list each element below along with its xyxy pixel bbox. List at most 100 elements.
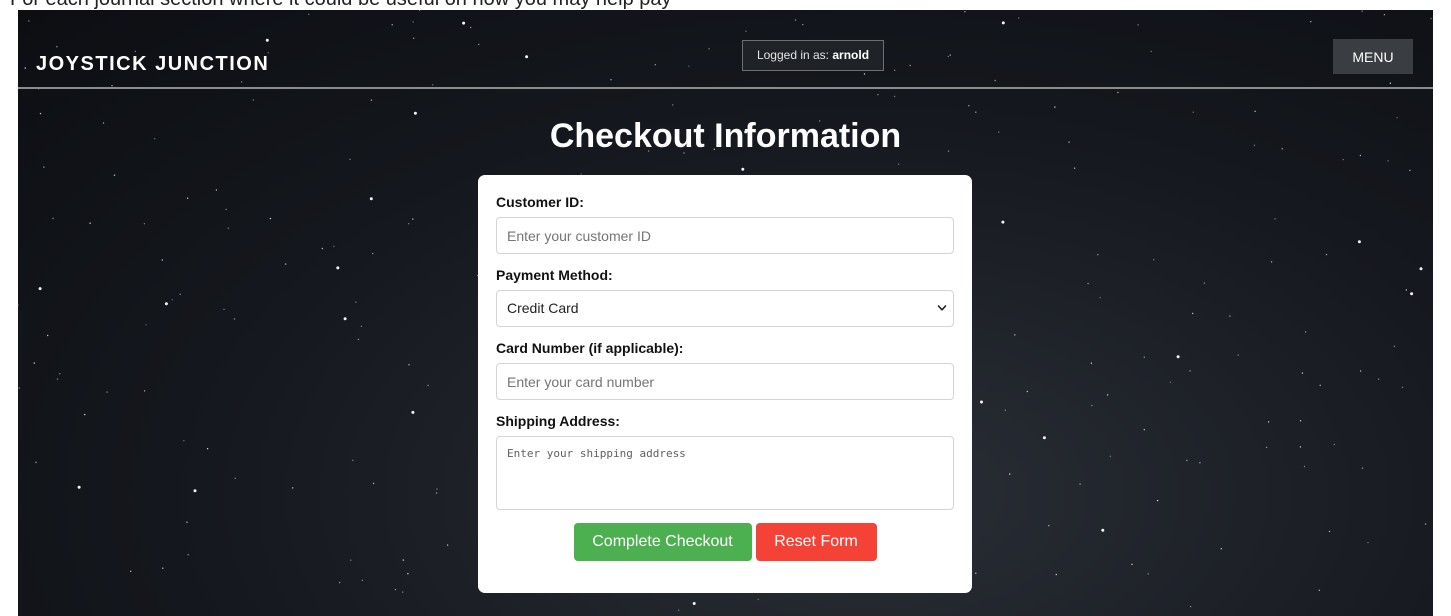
form-actions: Complete Checkout Reset Form bbox=[478, 523, 972, 561]
star bbox=[1054, 106, 1056, 108]
star bbox=[1079, 483, 1081, 485]
star bbox=[171, 299, 173, 301]
star bbox=[56, 378, 59, 380]
star bbox=[372, 252, 374, 255]
star bbox=[435, 492, 438, 494]
star bbox=[1001, 220, 1005, 224]
shipping-address-label: Shipping Address: bbox=[496, 413, 620, 429]
star bbox=[106, 391, 108, 393]
star bbox=[1319, 384, 1321, 386]
star bbox=[1176, 355, 1180, 359]
star bbox=[113, 174, 116, 176]
star bbox=[336, 266, 340, 270]
star bbox=[143, 223, 146, 225]
star bbox=[18, 387, 20, 389]
star bbox=[370, 99, 373, 101]
star bbox=[1101, 528, 1105, 532]
star bbox=[1303, 465, 1306, 468]
payment-method-selected-value: Credit Card bbox=[507, 300, 579, 316]
star bbox=[89, 222, 91, 224]
star bbox=[143, 390, 146, 392]
reset-form-button[interactable]: Reset Form bbox=[755, 523, 877, 561]
star bbox=[183, 439, 185, 442]
star bbox=[446, 544, 449, 546]
menu-button[interactable]: MENU bbox=[1333, 39, 1413, 74]
star bbox=[1156, 499, 1159, 502]
star bbox=[227, 227, 230, 229]
star bbox=[1274, 218, 1276, 220]
complete-checkout-button[interactable]: Complete Checkout bbox=[573, 523, 752, 561]
star bbox=[1424, 523, 1427, 525]
site-header: JOYSTICK JUNCTION Logged in as: arnold M… bbox=[18, 10, 1433, 88]
chevron-down-icon bbox=[937, 305, 947, 311]
star bbox=[402, 591, 404, 593]
star bbox=[1199, 462, 1201, 464]
star bbox=[1299, 420, 1302, 422]
star bbox=[33, 362, 35, 364]
star bbox=[349, 158, 351, 160]
shipping-address-textarea[interactable] bbox=[496, 436, 954, 510]
partial-top-text-strip: For each journal section where it could … bbox=[0, 0, 1451, 10]
star bbox=[77, 485, 81, 489]
customer-id-input[interactable] bbox=[496, 217, 954, 254]
star bbox=[343, 317, 347, 321]
star bbox=[38, 287, 42, 291]
star bbox=[1409, 169, 1411, 172]
star bbox=[234, 477, 236, 479]
star bbox=[193, 489, 197, 493]
star bbox=[206, 448, 209, 450]
logged-in-badge: Logged in as: arnold bbox=[742, 40, 884, 71]
star bbox=[1189, 605, 1192, 608]
star bbox=[1405, 289, 1408, 291]
star bbox=[968, 105, 970, 107]
star bbox=[1267, 421, 1270, 423]
star bbox=[130, 570, 132, 572]
star bbox=[1359, 370, 1362, 372]
star bbox=[59, 373, 61, 375]
star bbox=[975, 111, 977, 113]
star bbox=[1131, 563, 1133, 566]
star bbox=[357, 338, 360, 341]
star bbox=[1304, 331, 1307, 333]
star bbox=[1192, 111, 1194, 113]
star bbox=[1387, 160, 1389, 162]
star bbox=[893, 95, 896, 98]
star bbox=[427, 384, 429, 387]
star bbox=[360, 325, 363, 327]
page-background: JOYSTICK JUNCTION Logged in as: arnold M… bbox=[18, 10, 1433, 616]
payment-method-select[interactable]: Credit Card bbox=[496, 290, 954, 327]
card-number-label: Card Number (if applicable): bbox=[496, 340, 684, 356]
star bbox=[18, 304, 19, 306]
star bbox=[1048, 525, 1050, 527]
card-number-input[interactable] bbox=[496, 363, 954, 400]
star bbox=[369, 197, 373, 201]
star bbox=[1419, 267, 1423, 271]
star bbox=[84, 413, 86, 416]
brand-logo-text: JOYSTICK JUNCTION bbox=[36, 53, 270, 75]
star bbox=[672, 104, 674, 106]
star bbox=[1143, 429, 1146, 431]
star bbox=[1109, 455, 1112, 457]
star bbox=[333, 245, 335, 248]
star bbox=[233, 318, 236, 320]
star bbox=[975, 572, 977, 574]
star bbox=[1301, 372, 1304, 374]
star bbox=[413, 111, 417, 115]
star bbox=[1147, 573, 1149, 575]
star bbox=[1333, 443, 1336, 446]
star bbox=[252, 99, 254, 101]
header-divider bbox=[18, 87, 1433, 89]
star bbox=[1361, 467, 1364, 469]
star bbox=[678, 609, 680, 611]
star bbox=[355, 301, 357, 303]
star bbox=[352, 459, 354, 461]
checkout-form-card: Customer ID: Payment Method: Credit Card… bbox=[478, 175, 972, 593]
star bbox=[1186, 459, 1188, 462]
star bbox=[1055, 573, 1058, 576]
page-title: Checkout Information bbox=[549, 117, 902, 155]
star bbox=[1325, 253, 1328, 256]
star bbox=[394, 588, 397, 591]
star bbox=[436, 488, 438, 490]
star bbox=[321, 247, 324, 250]
customer-id-label: Customer ID: bbox=[496, 194, 584, 210]
